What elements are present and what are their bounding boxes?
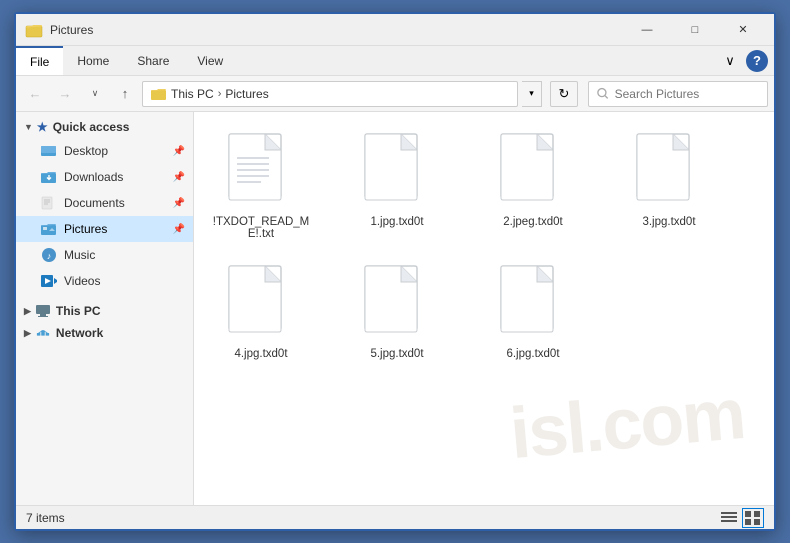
thispc-label: This PC — [56, 304, 101, 318]
large-icons-view-button[interactable] — [742, 508, 764, 528]
menu-tab-file[interactable]: File — [16, 46, 63, 75]
back-button[interactable]: ← — [22, 81, 48, 107]
quick-access-star-icon: ★ — [37, 120, 48, 134]
downloads-pin-icon: 📌 — [173, 172, 185, 183]
file-label-1: 1.jpg.txd0t — [370, 216, 423, 228]
nav-bar: ← → ∨ ↑ This PC › Pictures ▾ ↻ — [16, 76, 774, 112]
watermark: isl.com — [507, 373, 747, 475]
sidebar-item-pictures[interactable]: Pictures 📌 — [16, 216, 193, 242]
sidebar-documents-label: Documents — [64, 196, 169, 210]
help-button[interactable]: ? — [746, 50, 768, 72]
menu-bar-right: ∨ ? — [718, 46, 774, 75]
documents-icon — [40, 194, 58, 212]
search-input[interactable] — [615, 87, 759, 101]
window-icon — [24, 20, 44, 40]
network-expand-icon: ▶ — [24, 328, 31, 339]
file-grid: !TXDOT_READ_ME!.txt 1.jpg.txd0t — [206, 124, 762, 368]
maximize-button[interactable]: □ — [672, 15, 718, 45]
network-label: Network — [56, 326, 103, 340]
file-explorer-window: Pictures — □ ✕ File Home Share View ∨ ? … — [14, 12, 776, 531]
file-icon-6 — [497, 264, 569, 344]
thispc-expand-icon: ▶ — [24, 306, 31, 317]
menu-bar: File Home Share View ∨ ? — [16, 46, 774, 76]
address-path-pictures: Pictures — [225, 87, 268, 101]
sidebar-item-videos[interactable]: Videos — [16, 268, 193, 294]
window-title: Pictures — [50, 23, 624, 37]
file-icon-0 — [225, 132, 297, 212]
up-button[interactable]: ↑ — [112, 81, 138, 107]
desktop-pin-icon: 📌 — [173, 146, 185, 157]
search-box[interactable] — [588, 81, 768, 107]
menu-tab-home[interactable]: Home — [63, 46, 123, 75]
desktop-icon — [40, 142, 58, 160]
sidebar-this-pc[interactable]: ▶ This PC — [16, 300, 193, 322]
file-label-2: 2.jpeg.txd0t — [503, 216, 562, 228]
documents-pin-icon: 📌 — [173, 198, 185, 209]
sidebar-item-documents[interactable]: Documents 📌 — [16, 190, 193, 216]
pictures-icon — [40, 220, 58, 238]
pictures-pin-icon: 📌 — [173, 224, 185, 235]
view-controls — [718, 508, 764, 528]
network-icon — [35, 326, 51, 340]
svg-text:♪: ♪ — [47, 251, 52, 261]
sidebar-downloads-label: Downloads — [64, 170, 169, 184]
sidebar-videos-label: Videos — [64, 274, 185, 288]
address-dropdown-button[interactable]: ▾ — [522, 81, 542, 107]
videos-icon — [40, 272, 58, 290]
menu-tab-view[interactable]: View — [183, 46, 237, 75]
close-button[interactable]: ✕ — [720, 15, 766, 45]
file-item-4[interactable]: 4.jpg.txd0t — [206, 256, 316, 368]
sidebar-section-quick-access[interactable]: ▼ ★ Quick access — [16, 116, 193, 138]
item-count: 7 items — [26, 511, 65, 525]
music-icon: ♪ — [40, 246, 58, 264]
file-icon-1 — [361, 132, 433, 212]
sidebar-item-desktop[interactable]: Desktop 📌 — [16, 138, 193, 164]
file-label-6: 6.jpg.txd0t — [506, 348, 559, 360]
quick-access-expand-icon: ▼ — [24, 122, 33, 132]
address-path-thispc: This PC — [171, 87, 214, 101]
file-item-0[interactable]: !TXDOT_READ_ME!.txt — [206, 124, 316, 248]
file-icon-5 — [361, 264, 433, 344]
window-controls: — □ ✕ — [624, 15, 766, 45]
main-area: ▼ ★ Quick access Desktop 📌 — [16, 112, 774, 505]
sidebar-pictures-label: Pictures — [64, 222, 169, 236]
ribbon-collapse-button[interactable]: ∨ — [718, 49, 742, 73]
refresh-button[interactable]: ↻ — [550, 81, 578, 107]
sidebar-item-downloads[interactable]: Downloads 📌 — [16, 164, 193, 190]
file-label-3: 3.jpg.txd0t — [642, 216, 695, 228]
forward-button[interactable]: → — [52, 81, 78, 107]
minimize-button[interactable]: — — [624, 15, 670, 45]
quick-access-label: Quick access — [53, 120, 130, 134]
file-grid-area: isl.com — [194, 112, 774, 505]
title-bar: Pictures — □ ✕ — [16, 14, 774, 46]
file-icon-3 — [633, 132, 705, 212]
status-bar: 7 items — [16, 505, 774, 529]
file-item-2[interactable]: 2.jpeg.txd0t — [478, 124, 588, 248]
file-icon-2 — [497, 132, 569, 212]
downloads-icon — [40, 168, 58, 186]
thispc-icon — [35, 304, 51, 318]
list-view-button[interactable] — [718, 508, 740, 528]
file-item-3[interactable]: 3.jpg.txd0t — [614, 124, 724, 248]
sidebar: ▼ ★ Quick access Desktop 📌 — [16, 112, 194, 505]
sidebar-network[interactable]: ▶ Network — [16, 322, 193, 344]
sidebar-item-music[interactable]: ♪ Music — [16, 242, 193, 268]
recent-locations-button[interactable]: ∨ — [82, 81, 108, 107]
file-item-5[interactable]: 5.jpg.txd0t — [342, 256, 452, 368]
menu-tab-share[interactable]: Share — [123, 46, 183, 75]
file-label-5: 5.jpg.txd0t — [370, 348, 423, 360]
search-icon — [597, 87, 609, 100]
sidebar-desktop-label: Desktop — [64, 144, 169, 158]
address-bar[interactable]: This PC › Pictures — [142, 81, 518, 107]
file-label-4: 4.jpg.txd0t — [234, 348, 287, 360]
file-item-1[interactable]: 1.jpg.txd0t — [342, 124, 452, 248]
path-separator-1: › — [218, 88, 222, 100]
file-icon-4 — [225, 264, 297, 344]
file-item-6[interactable]: 6.jpg.txd0t — [478, 256, 588, 368]
sidebar-music-label: Music — [64, 248, 185, 262]
file-label-0: !TXDOT_READ_ME!.txt — [211, 216, 311, 240]
